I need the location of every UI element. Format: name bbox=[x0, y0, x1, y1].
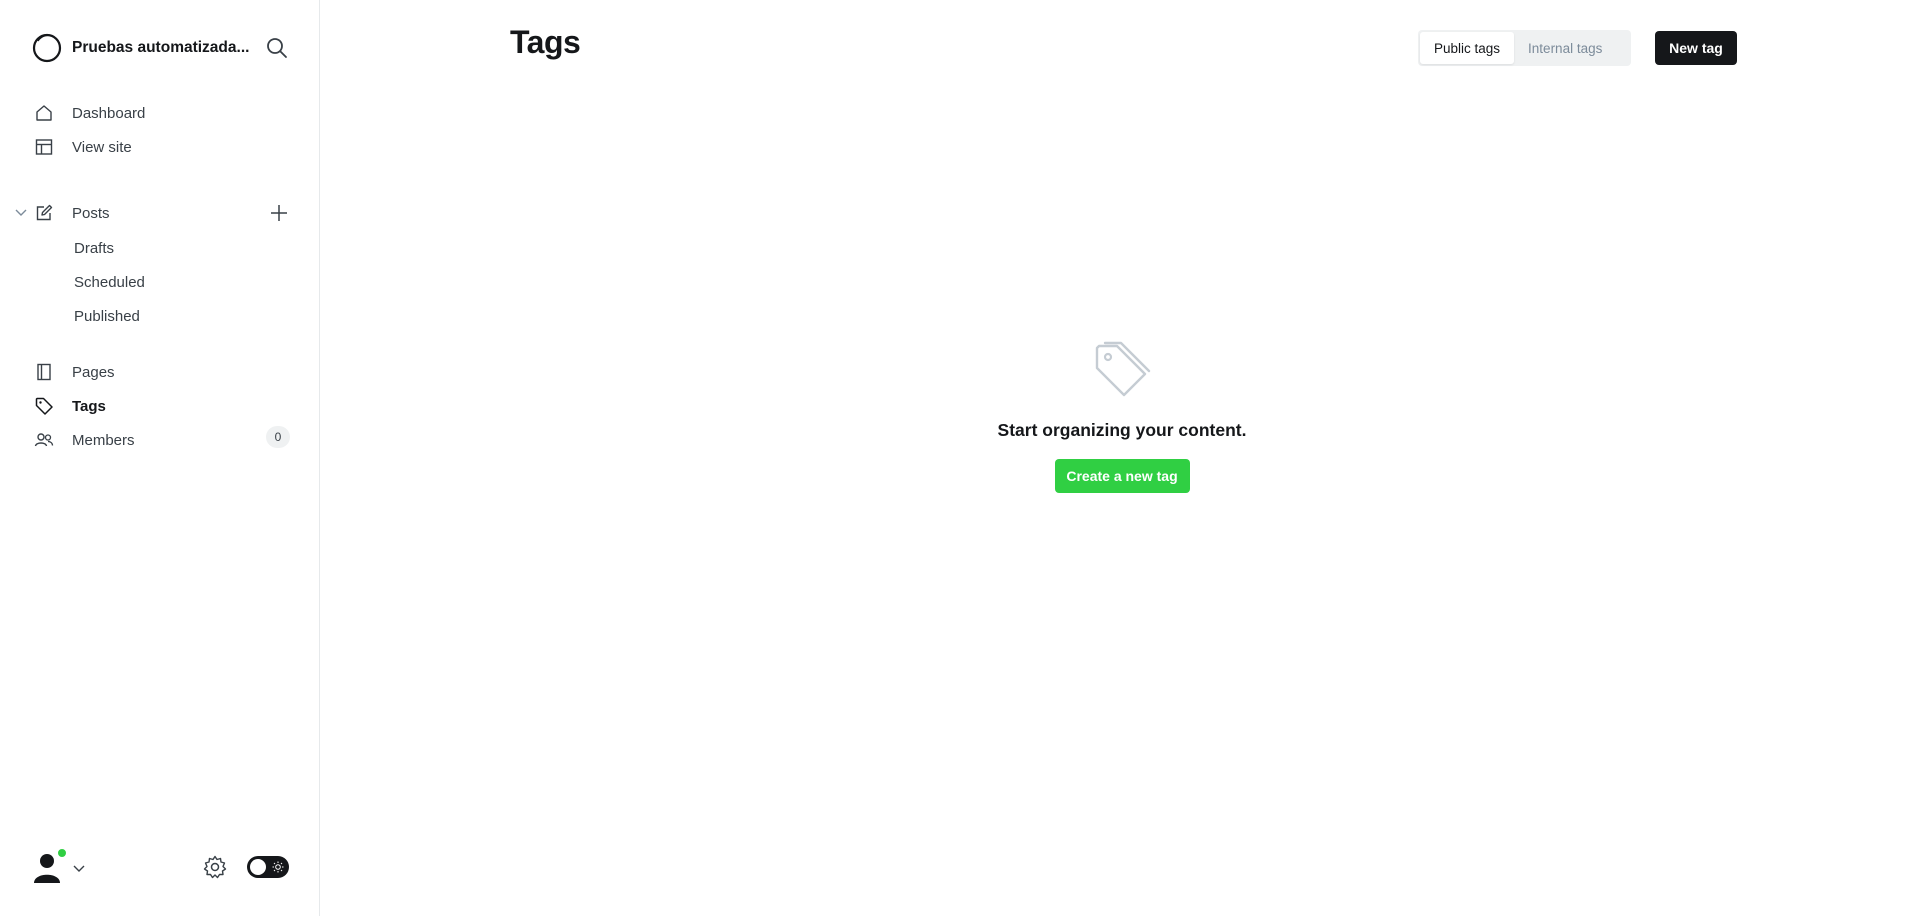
home-icon bbox=[36, 105, 52, 121]
members-count-badge: 0 bbox=[266, 426, 290, 448]
internal-tags-tab[interactable]: Internal tags bbox=[1514, 32, 1616, 64]
nav-item-posts[interactable]: Posts bbox=[34, 199, 110, 227]
add-post-icon[interactable] bbox=[268, 202, 290, 224]
site-header: Pruebas automatizada... bbox=[32, 32, 290, 64]
nav-label-dashboard: Dashboard bbox=[72, 104, 146, 122]
nav-label-scheduled: Scheduled bbox=[74, 273, 145, 291]
theme-toggle[interactable] bbox=[247, 856, 289, 878]
nav-label-pages: Pages bbox=[72, 363, 115, 381]
nav-item-dashboard[interactable]: Dashboard bbox=[34, 99, 145, 127]
layout-icon bbox=[35, 139, 53, 155]
members-icon bbox=[34, 433, 54, 447]
public-tags-tab[interactable]: Public tags bbox=[1420, 32, 1515, 64]
nav-item-tags[interactable]: Tags bbox=[34, 392, 106, 420]
nav-label-view-site: View site bbox=[72, 138, 132, 156]
sidebar: Pruebas automatizada... Dashboard View s… bbox=[0, 0, 320, 916]
sidebar-footer bbox=[30, 848, 290, 886]
online-status-dot bbox=[57, 848, 67, 858]
empty-state: Start organizing your content. Create a … bbox=[940, 340, 1304, 493]
nav-item-drafts[interactable]: Drafts bbox=[74, 235, 114, 261]
new-tag-button[interactable]: New tag bbox=[1655, 31, 1737, 65]
site-title[interactable]: Pruebas automatizada... bbox=[72, 39, 254, 57]
nav-item-members[interactable]: Members bbox=[34, 426, 135, 454]
nav-item-pages[interactable]: Pages bbox=[34, 358, 115, 386]
search-icon[interactable] bbox=[264, 35, 290, 61]
app: Pruebas automatizada... Dashboard View s… bbox=[0, 0, 1920, 916]
edit-icon bbox=[36, 204, 53, 221]
page-title: Tags bbox=[510, 24, 581, 60]
tag-type-filter: Public tags Internal tags bbox=[1418, 30, 1631, 66]
sun-icon bbox=[272, 861, 284, 873]
nav-item-published[interactable]: Published bbox=[74, 303, 140, 329]
nav-item-scheduled[interactable]: Scheduled bbox=[74, 269, 145, 295]
book-icon bbox=[37, 363, 51, 381]
nav-label-drafts: Drafts bbox=[74, 239, 115, 257]
gear-icon[interactable] bbox=[202, 854, 228, 880]
chevron-down-icon[interactable] bbox=[13, 204, 29, 220]
nav-label-published: Published bbox=[74, 307, 140, 325]
nav-label-members: Members bbox=[72, 431, 135, 449]
nav-label-posts: Posts bbox=[72, 204, 110, 222]
tag-icon bbox=[1095, 341, 1151, 397]
nav-label-tags: Tags bbox=[72, 397, 106, 415]
nav-item-view-site[interactable]: View site bbox=[34, 133, 132, 161]
create-new-tag-button[interactable]: Create a new tag bbox=[1054, 459, 1190, 493]
site-logo-icon[interactable] bbox=[32, 33, 62, 63]
toggle-knob bbox=[250, 859, 266, 875]
chevron-down-icon[interactable] bbox=[72, 861, 86, 875]
tag-icon bbox=[35, 397, 53, 415]
empty-state-message: Start organizing your content. bbox=[997, 420, 1247, 440]
